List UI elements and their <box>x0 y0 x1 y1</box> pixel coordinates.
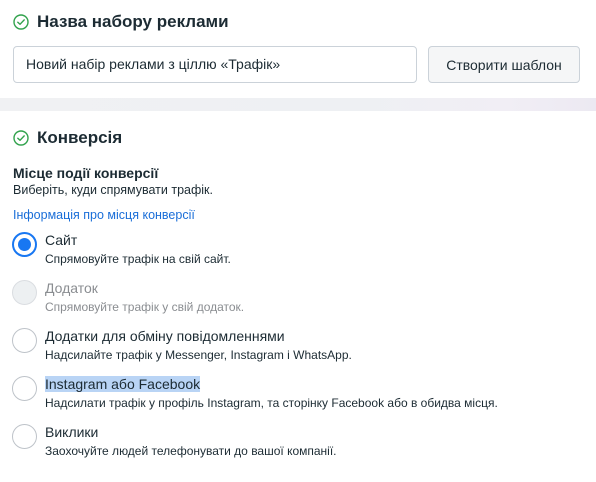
option-label: Сайт <box>45 232 78 248</box>
option-description: Надсилати трафік у профіль Instagram, та… <box>45 396 498 410</box>
option-description: Спрямовуйте трафік у свій додаток. <box>45 300 245 314</box>
create-template-button[interactable]: Створити шаблон <box>428 46 580 83</box>
option-label: Додаток <box>45 280 98 296</box>
section-divider <box>0 98 596 111</box>
option-description: Спрямовуйте трафік на свій сайт. <box>45 252 231 266</box>
radio-calls[interactable] <box>12 424 37 449</box>
conversion-header: Конверсія <box>13 128 122 148</box>
radio-website[interactable] <box>12 232 37 257</box>
check-circle-icon <box>13 14 29 30</box>
ad-set-name-header: Назва набору реклами <box>13 12 229 32</box>
conversion-location-subtitle: Виберіть, куди спрямувати трафік. <box>13 183 213 197</box>
radio-instagram-or-facebook[interactable] <box>12 376 37 401</box>
option-label: Instagram або Facebook <box>45 376 201 392</box>
conversion-location-info-link[interactable]: Інформація про місця конверсії <box>13 208 195 222</box>
ad-set-name-input[interactable]: Новий набір реклами з ціллю «Трафік» <box>13 46 417 83</box>
option-description: Заохочуйте людей телефонувати до вашої к… <box>45 444 337 458</box>
option-description: Надсилайте трафік у Messenger, Instagram… <box>45 348 352 362</box>
radio-messaging-apps[interactable] <box>12 328 37 353</box>
conversion-title: Конверсія <box>37 128 123 147</box>
conversion-location-title: Місце події конверсії <box>13 165 159 181</box>
check-circle-icon <box>13 130 29 146</box>
radio-app <box>12 280 37 305</box>
option-label: Виклики <box>45 424 99 440</box>
option-label: Додатки для обміну повідомленнями <box>45 328 285 344</box>
ad-set-name-title: Назва набору реклами <box>37 12 229 31</box>
